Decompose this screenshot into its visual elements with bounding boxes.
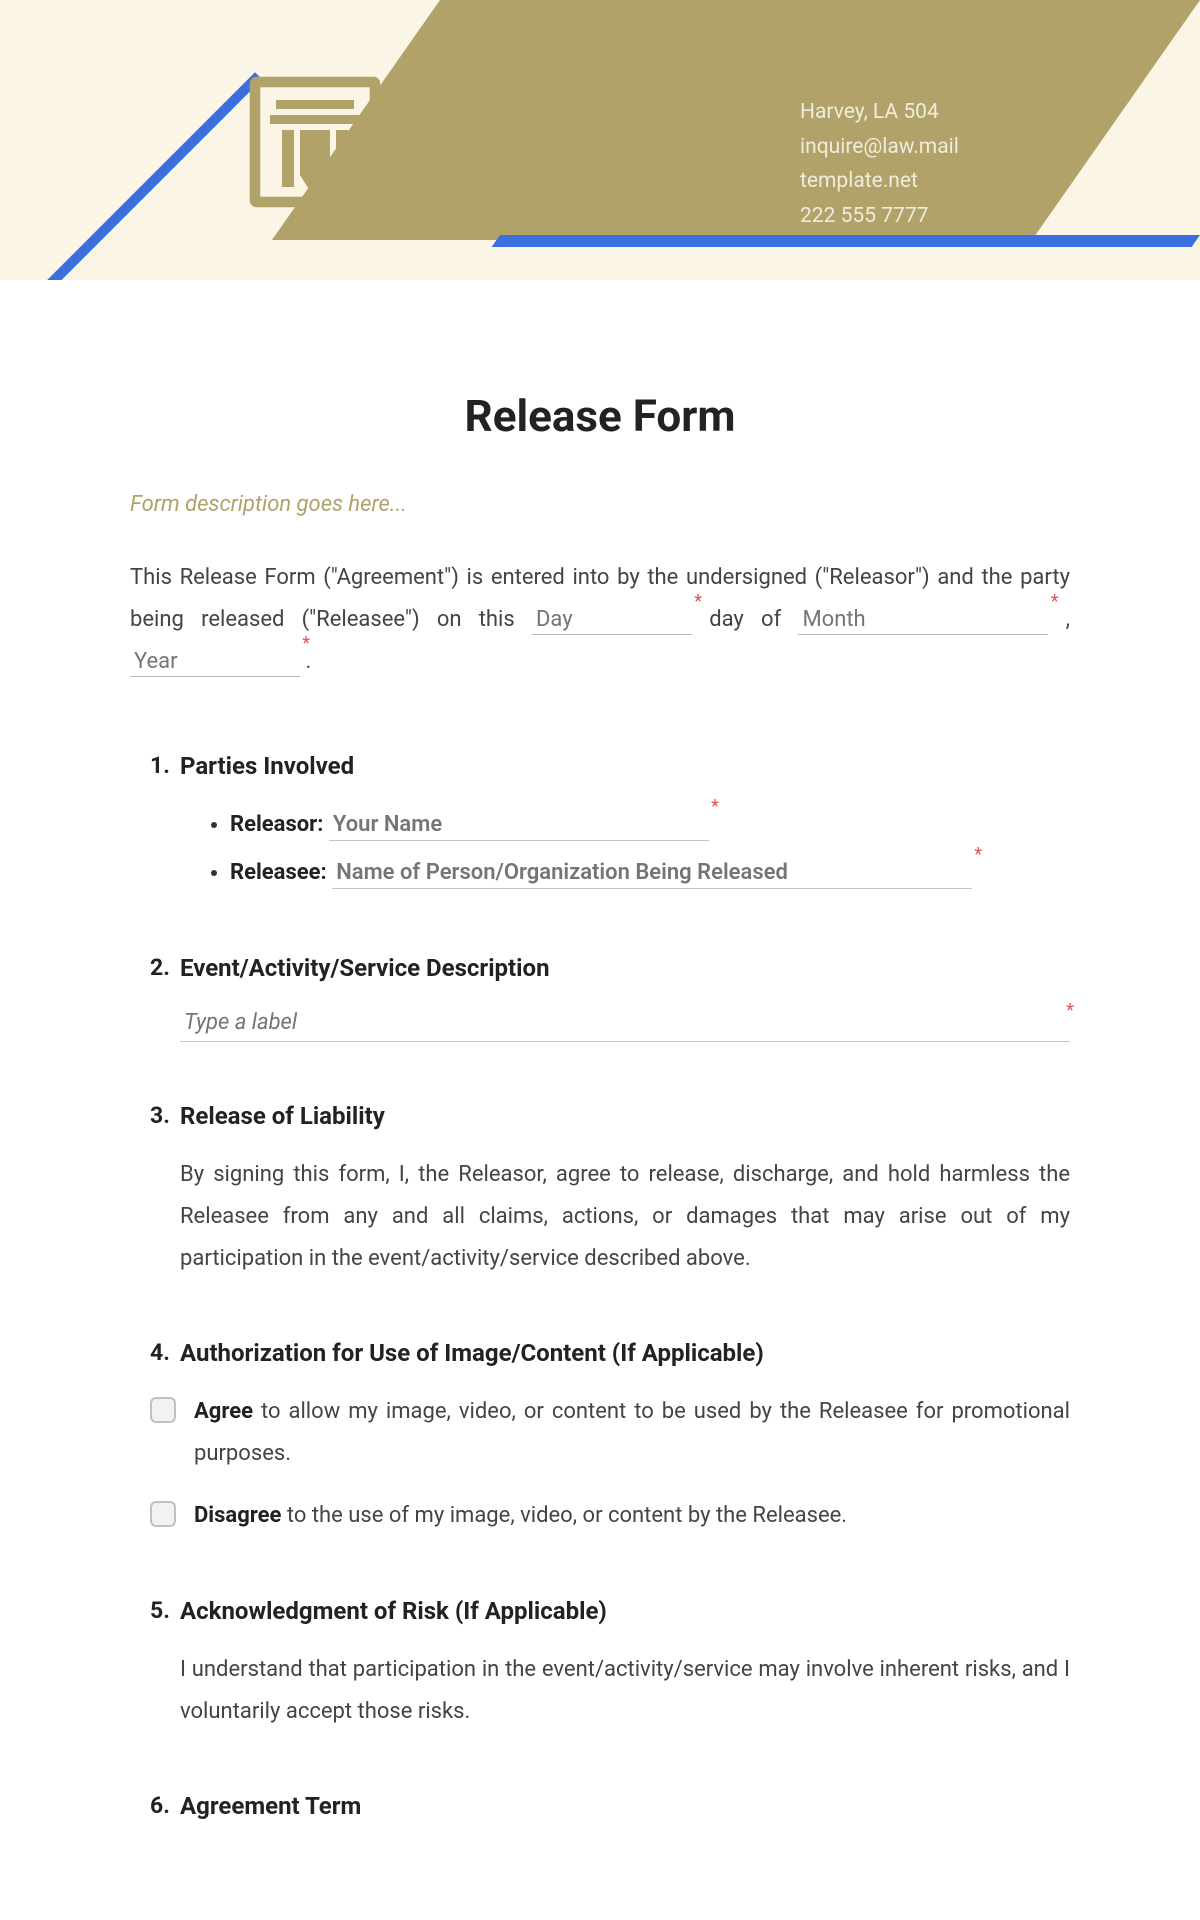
event-description-input[interactable] (180, 1006, 1070, 1042)
section-authorization: Authorization for Use of Image/Content (… (150, 1339, 1070, 1536)
required-marker: * (694, 585, 702, 619)
agree-text: Agree to allow my image, video, or conte… (194, 1391, 1070, 1475)
section-title: Acknowledgment of Risk (If Applicable) (180, 1597, 1070, 1625)
contact-address: Harvey, LA 504 (800, 95, 959, 130)
required-marker: * (1066, 1000, 1074, 1021)
releasor-name-input[interactable] (329, 812, 709, 841)
disagree-checkbox[interactable] (150, 1501, 176, 1527)
section-body: By signing this form, I, the Releasor, a… (180, 1154, 1070, 1279)
contact-website: template.net (800, 164, 959, 199)
intro-text-2: day of (709, 607, 781, 632)
contact-block: Harvey, LA 504 inquire@law.mail template… (800, 95, 959, 234)
checkbox-row-disagree: Disagree to the use of my image, video, … (150, 1495, 1070, 1537)
disagree-text: Disagree to the use of my image, video, … (194, 1495, 1070, 1537)
section-title: Parties Involved (180, 752, 1070, 780)
intro-text-3: , (1066, 607, 1070, 632)
list-item: Releasor: * (230, 804, 1070, 846)
law-pillar-logo-icon (240, 70, 390, 220)
agree-checkbox[interactable] (150, 1397, 176, 1423)
list-item: Releasee: * (230, 852, 1070, 894)
year-input[interactable] (130, 649, 300, 677)
intro-paragraph: This Release Form ("Agreement") is enter… (130, 557, 1070, 682)
section-title: Agreement Term (180, 1792, 1070, 1820)
section-body: I understand that participation in the e… (180, 1649, 1070, 1733)
section-release-liability: Release of Liability By signing this for… (150, 1102, 1070, 1279)
releasee-name-input[interactable] (332, 860, 972, 889)
decorative-stripe (0, 0, 262, 280)
required-marker: * (974, 838, 982, 872)
checkbox-row-agree: Agree to allow my image, video, or conte… (150, 1391, 1070, 1475)
section-event-description: Event/Activity/Service Description * (150, 954, 1070, 1042)
form-description-placeholder[interactable]: Form description goes here... (130, 492, 1070, 517)
required-marker: * (1051, 585, 1059, 619)
month-input[interactable] (798, 607, 1048, 635)
decorative-blue-underline (492, 235, 1200, 247)
document-header: Harvey, LA 504 inquire@law.mail template… (0, 0, 1200, 280)
section-title: Release of Liability (180, 1102, 1070, 1130)
contact-phone: 222 555 7777 (800, 199, 959, 234)
releasee-label: Releasee: (230, 860, 327, 885)
required-marker: * (302, 627, 310, 661)
document-body: Release Form Form description goes here.… (0, 280, 1200, 1920)
decorative-gold-block (272, 0, 1200, 240)
section-agreement-term: Agreement Term (150, 1792, 1070, 1820)
required-marker: * (711, 790, 719, 824)
contact-email: inquire@law.mail (800, 130, 959, 165)
section-risk-acknowledgment: Acknowledgment of Risk (If Applicable) I… (150, 1597, 1070, 1733)
section-title: Authorization for Use of Image/Content (… (180, 1339, 1070, 1367)
page-title: Release Form (130, 390, 1070, 442)
section-title: Event/Activity/Service Description (180, 954, 1070, 982)
section-parties: Parties Involved Releasor: * Releasee: * (150, 752, 1070, 894)
day-input[interactable] (532, 607, 692, 635)
releasor-label: Releasor: (230, 812, 323, 837)
